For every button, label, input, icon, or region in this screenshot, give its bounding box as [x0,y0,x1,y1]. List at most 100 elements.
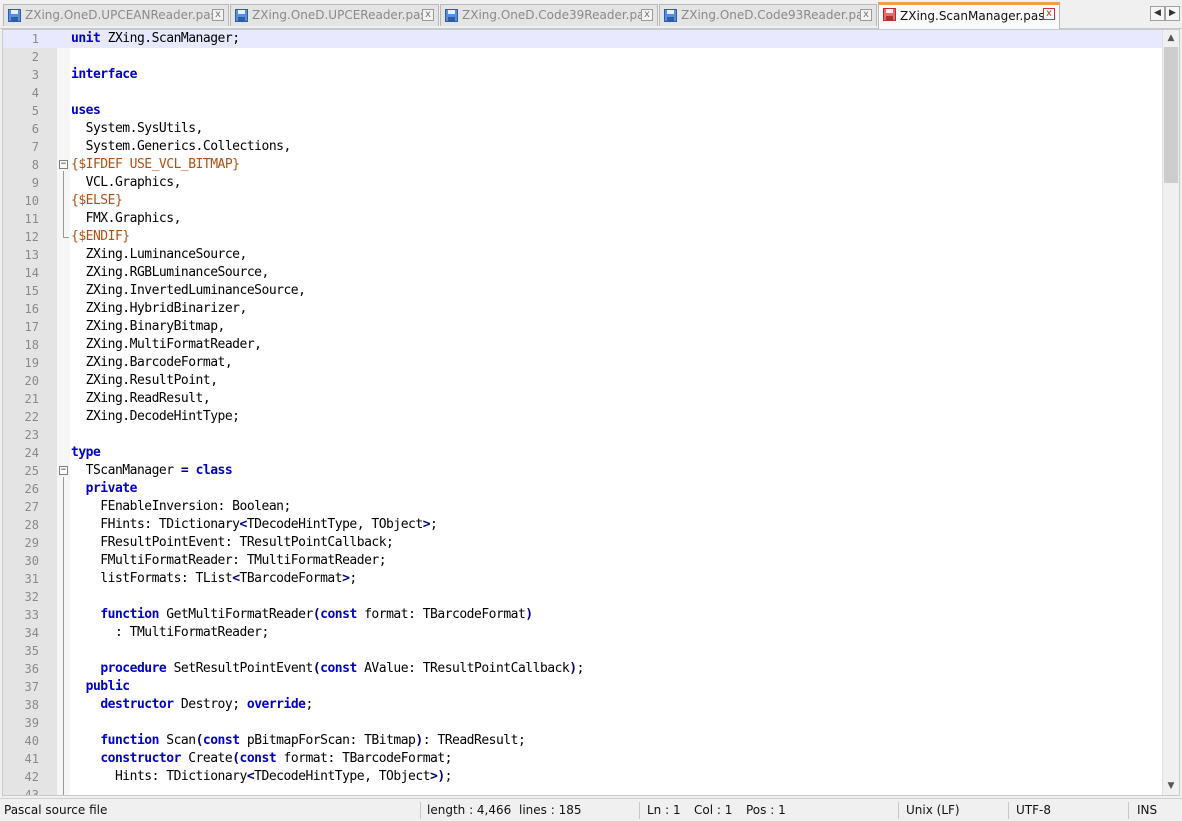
code-line: 12 {$ENDIF} [3,228,1163,246]
text-token: ZXing.DecodeHintType; [71,409,240,424]
status-file-type: Pascal source file [4,803,108,817]
code-line: 31 listFormats: TList<TBarcodeFormat>; [3,570,1163,588]
keyword-token: const [320,607,357,622]
status-encoding[interactable]: UTF-8 [1016,799,1051,821]
code-line: 13 ZXing.LuminanceSource, [3,246,1163,264]
code-text: System.Generics.Collections, [71,138,292,156]
text-token: Scan [158,733,196,748]
tab-scroll-left-button[interactable]: ◀ [1150,6,1165,21]
tab-upcereader[interactable]: ZXing.OneD.UPCEReader.pas x [230,4,439,26]
text-token: GetMultiFormatReader [158,607,313,622]
keyword-token: override [246,697,306,712]
scroll-up-icon[interactable]: ▲ [1163,30,1179,47]
text-token: ; [305,697,314,712]
operator-token: ( [232,751,240,766]
operator-token: ) [437,769,445,784]
keyword-token: interface [71,67,137,82]
text-token: : TMultiFormatReader; [71,625,269,640]
code-text: ZXing.HybridBinarizer, [71,300,248,318]
code-editor[interactable]: − − 1 unit ZXing.ScanManager; 2 3 interface 4… [2,29,1180,796]
vertical-scrollbar[interactable]: ▲ ▼ [1162,30,1179,795]
text-token: AValue: TResultPointCallback [356,661,570,676]
code-line: 15 ZXing.InvertedLuminanceSource, [3,282,1163,300]
code-text: destructor Destroy; override; [71,696,313,714]
text-token: ZXing.MultiFormatReader, [71,337,262,352]
operator-token: > [422,517,431,532]
status-eol[interactable]: Unix (LF) [906,799,960,821]
text-token: pBitmapForScan: TBitmap [239,733,416,748]
code-text: type [71,444,101,462]
code-line: 8 {$IFDEF USE_VCL_BITMAP} [3,156,1163,174]
status-insert-mode[interactable]: INS [1137,799,1157,821]
operator-token: ) [525,607,533,622]
code-line: 41 constructor Create(const format: TBar… [3,750,1163,768]
keyword-token: destructor [100,697,174,712]
code-text: public [71,678,130,696]
line-number: 28 [24,518,39,532]
code-line: 22 ZXing.DecodeHintType; [3,408,1163,426]
close-icon[interactable]: x [422,9,434,21]
code-line: 4 [3,84,1163,102]
code-text: function GetMultiFormatReader(const form… [71,606,533,624]
keyword-token: type [71,445,101,460]
text-token: ; [349,571,357,586]
line-number: 30 [24,554,39,568]
status-divider [898,802,899,819]
code-line: 28 FHints: TDictionary<TDecodeHintType, … [3,516,1163,534]
code-text: TScanManager = class [71,462,233,480]
code-text: : TMultiFormatReader; [71,624,269,642]
line-number: 16 [24,302,39,316]
code-lines: 1 unit ZXing.ScanManager; 2 3 interface 4 5 use… [3,30,1163,795]
line-number: 3 [31,68,39,82]
directive-token: {$ENDIF} [71,229,130,244]
tab-code39reader[interactable]: ZXing.OneD.Code39Reader.pas x [440,4,658,26]
code-line: 16 ZXing.HybridBinarizer, [3,300,1163,318]
tab-code93reader[interactable]: ZXing.OneD.Code93Reader.pas x [659,4,877,26]
tab-scanmanager[interactable]: ZXing.ScanManager.pas x [878,2,1060,29]
text-token: format: TBarcodeFormat [356,607,526,622]
code-text: FMultiFormatReader: TMultiFormatReader; [71,552,386,570]
line-number: 14 [24,266,39,280]
line-number: 24 [24,446,39,460]
line-number: 34 [24,626,39,640]
directive-token: {$ELSE} [71,193,123,208]
line-number: 8 [31,158,39,172]
scroll-down-icon[interactable]: ▼ [1163,778,1179,795]
operator-token: ) [415,733,423,748]
code-text: uses [71,102,101,120]
code-text: ZXing.ReadResult, [71,390,211,408]
tab-scroll-right-button[interactable]: ▶ [1165,6,1180,21]
scroll-thumb[interactable] [1164,47,1178,183]
text-token: System.Generics.Collections, [71,139,292,154]
tab-upceanreader[interactable]: ZXing.OneD.UPCEANReader.pas x [3,4,229,26]
tab-label: ZXing.OneD.UPCEReader.pas [252,8,427,22]
code-text: ZXing.DecodeHintType; [71,408,240,426]
text-token: Destroy; [173,697,247,712]
code-line: 26 private [3,480,1163,498]
close-icon[interactable]: x [212,9,224,21]
keyword-token: function [100,733,159,748]
code-text: ZXing.LuminanceSource, [71,246,248,264]
text-token: Hints: TDictionary [71,769,247,784]
code-line: 20 ZXing.ResultPoint, [3,372,1163,390]
code-text: function Scan(const pBitmapForScan: TBit… [71,732,525,750]
status-length: length : 4,466 [427,803,512,817]
line-number: 36 [24,662,39,676]
tab-label: ZXing.ScanManager.pas [900,9,1045,23]
close-icon[interactable]: x [1043,8,1055,20]
line-number: 10 [24,194,39,208]
line-number: 17 [24,320,39,334]
line-number: 33 [24,608,39,622]
tab-label: ZXing.OneD.Code93Reader.pas [681,8,870,22]
close-icon[interactable]: x [641,9,653,21]
saved-file-icon [235,9,248,22]
text-token: listFormats: TList [71,571,233,586]
line-number: 32 [24,590,39,604]
operator-token: ( [195,733,204,748]
code-line: 21 ZXing.ReadResult, [3,390,1163,408]
line-number: 9 [31,176,39,190]
keyword-token: unit [71,31,101,46]
close-icon[interactable]: x [860,9,872,21]
code-line: 39 [3,714,1163,732]
